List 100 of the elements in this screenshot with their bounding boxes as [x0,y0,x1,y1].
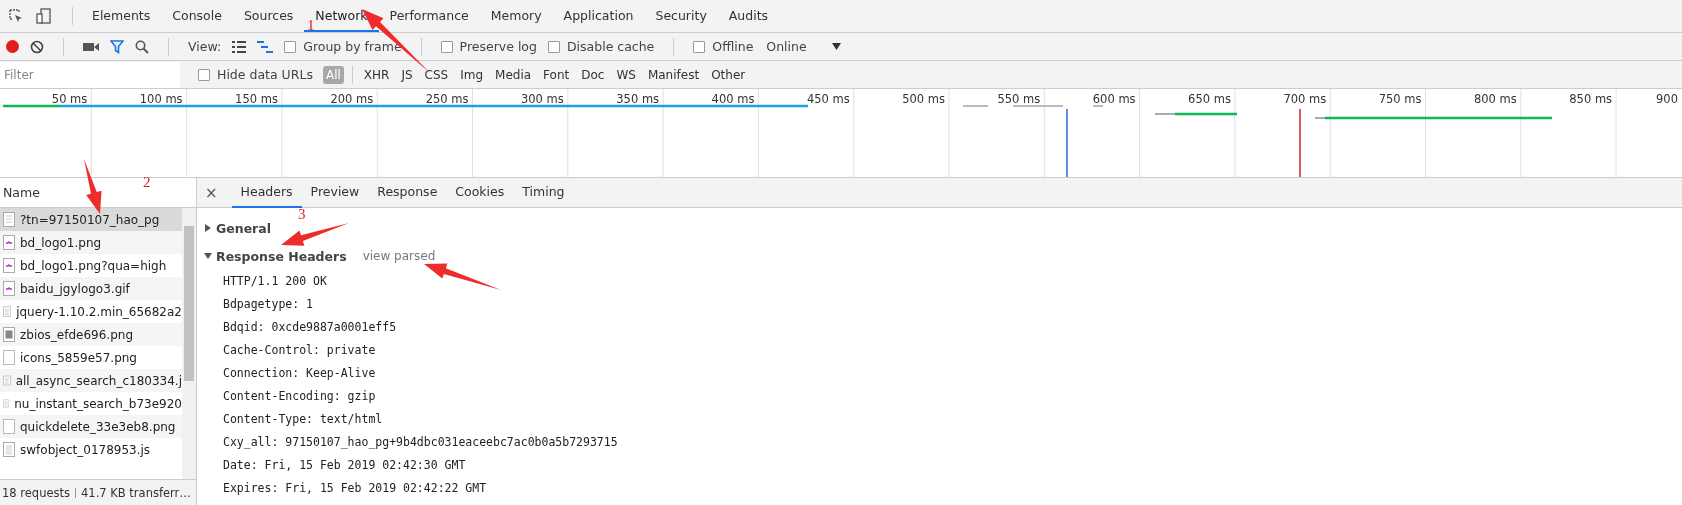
request-row[interactable]: bd_logo1.png [0,231,182,254]
time-tick-label: 900 [1656,91,1678,106]
request-row[interactable]: nu_instant_search_b73e920 [0,392,182,415]
type-filter[interactable]: Media [492,65,535,84]
type-filter[interactable]: XHR [360,65,393,84]
time-tick-label: 250 ms [425,91,469,106]
time-tick-label: 100 ms [139,91,183,106]
script-file-icon [3,396,10,411]
time-tick-label: 650 ms [1188,91,1231,106]
type-filter[interactable]: Font [540,65,573,84]
detail-tab[interactable]: Cookies [446,177,514,208]
image-file-icon [3,258,15,273]
option-checkbox[interactable]: Disable cache [547,39,655,54]
search-icon[interactable] [135,39,149,54]
panel-tab[interactable]: Console [161,0,233,32]
clear-icon[interactable] [30,39,44,54]
time-tick-label: 300 ms [521,91,564,106]
request-row[interactable]: jquery-1.10.2.min_65682a2 [0,300,182,323]
time-tick-label: 400 ms [711,91,755,106]
panel-tab[interactable]: Elements [81,0,162,32]
collapsed-triangle-icon[interactable] [204,224,212,232]
panel-tab[interactable]: Security [644,0,718,32]
list-view-icon[interactable] [232,40,247,53]
script-file-icon [3,442,15,457]
section-title[interactable]: Response Headers [216,248,347,264]
image-file-icon [3,327,15,342]
header-line: Cxy_all: 97150107_hao_pg+9b4dbc031eaceebc7ac0b0a5b7293715 [222,434,618,451]
detail-tab[interactable]: Response [368,177,447,208]
panel-tab[interactable]: Application [552,0,645,32]
option-checkbox[interactable]: Offline [693,39,754,54]
panel-tab[interactable]: Performance [378,0,480,32]
type-filter[interactable]: Other [708,65,749,84]
request-row[interactable]: baidu_jgylogo3.gif [0,277,182,300]
image-file-icon [3,235,15,250]
request-row[interactable]: quickdelete_33e3eb8.png [0,415,182,438]
expanded-triangle-icon[interactable] [204,252,212,260]
panel-tab[interactable]: Audits [717,0,780,32]
request-count: 18 requests [2,485,70,500]
header-line: Cache-Control: private [222,342,376,359]
type-filter[interactable]: Doc [578,65,608,84]
request-row[interactable]: bd_logo1.png?qua=high [0,254,182,277]
option-checkbox[interactable]: Preserve log [440,39,537,54]
request-row[interactable]: zbios_efde696.png [0,323,182,346]
time-tick-label: 150 ms [235,91,278,106]
close-button[interactable]: × [205,183,218,202]
scrollbar[interactable] [182,208,196,479]
annotation-number: 3 [298,206,306,222]
header-line: HTTP/1.1 200 OK [222,273,327,290]
request-row[interactable]: swfobject_0178953.js [0,438,182,461]
record-button[interactable] [6,40,19,53]
transferred-size: 41.7 KB transferr… [81,485,191,500]
type-filter[interactable]: WS [613,65,639,84]
header-line: Date: Fri, 15 Feb 2019 02:42:30 GMT [222,457,466,474]
header-line: Bdqid: 0xcde9887a0001eff5 [222,319,397,336]
document-icon [3,212,15,227]
time-tick-label: 50 ms [51,91,88,106]
image-file-icon [3,281,15,296]
header-line: Bdpagetype: 1 [222,296,313,313]
panel-tab[interactable]: Memory [479,0,553,32]
filter-icon[interactable] [110,39,124,54]
type-filter[interactable]: JS [398,65,416,84]
script-file-icon [3,373,11,388]
script-file-icon [3,304,12,319]
time-tick-label: 800 ms [1474,91,1517,106]
throttling-dropdown[interactable]: Online [766,39,807,54]
detail-tab[interactable]: Headers [231,177,302,208]
file-icon [3,350,15,365]
time-tick-label: 700 ms [1283,91,1327,106]
type-filter[interactable]: Img [457,65,487,84]
inspect-icon[interactable] [8,8,24,24]
time-tick-label: 350 ms [616,91,660,106]
header-line: Connection: Keep-Alive [222,365,376,382]
panel-tab[interactable]: Sources [232,0,305,32]
time-tick-label: 500 ms [902,91,945,106]
header-line: Expires: Fri, 15 Feb 2019 02:42:22 GMT [222,480,487,497]
request-row[interactable]: ?tn=97150107_hao_pg [0,208,182,231]
hide-data-urls-checkbox[interactable]: Hide data URLs [198,67,313,82]
annotation-arrow [84,159,102,214]
view-label: View: [188,39,222,54]
request-row[interactable]: icons_5859e57.png [0,346,182,369]
header-line: Content-Encoding: gzip [222,388,376,405]
request-row[interactable]: all_async_search_c180334.j [0,369,182,392]
detail-tab[interactable]: Timing [513,177,574,208]
type-filter[interactable]: CSS [421,65,452,84]
device-icon[interactable] [36,8,52,24]
dropdown-caret-icon[interactable] [831,43,841,50]
section-title[interactable]: General [216,220,271,236]
waterfall-view-icon[interactable] [257,40,274,53]
file-icon [3,419,15,434]
time-tick-label: 600 ms [1092,91,1136,106]
camera-icon[interactable] [83,40,99,53]
filter-field[interactable]: Filter [0,61,180,88]
view-parsed-link[interactable]: view parsed [362,249,436,263]
time-tick-label: 850 ms [1569,91,1613,106]
time-tick-label: 550 ms [997,91,1041,106]
detail-tab[interactable]: Preview [301,177,369,208]
header-line: Content-Type: text/html [222,411,383,428]
type-filter[interactable]: Manifest [644,65,703,84]
annotation-arrow [281,223,349,246]
time-tick-label: 200 ms [330,91,374,106]
